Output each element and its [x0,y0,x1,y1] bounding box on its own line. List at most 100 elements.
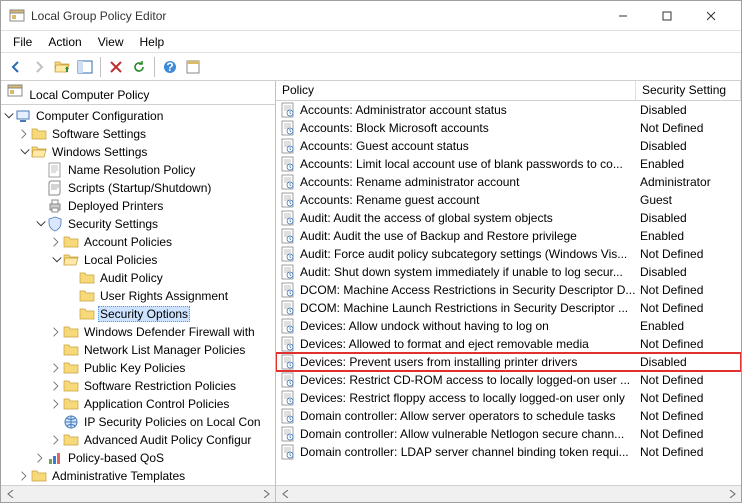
expander-icon[interactable] [35,450,47,466]
properties-button[interactable] [182,56,204,78]
up-button[interactable] [51,56,73,78]
node-windows-settings[interactable]: Windows Settings [3,143,275,161]
expander-icon[interactable] [19,144,31,160]
menu-view[interactable]: View [90,33,132,51]
policy-doc-icon [280,156,296,172]
refresh-button[interactable] [128,56,150,78]
policy-row[interactable]: Audit: Audit the access of global system… [276,209,741,227]
node-label: Audit Policy [98,270,165,286]
tree-body[interactable]: Computer Configuration Software Settings… [1,105,275,485]
policy-name: Accounts: Rename guest account [300,193,636,207]
expander-icon[interactable] [51,432,63,448]
node-label: Scripts (Startup/Shutdown) [66,180,213,196]
show-hide-tree-button[interactable] [74,56,96,78]
folder-icon [79,306,95,322]
policy-doc-icon [280,264,296,280]
scroll-right-icon[interactable] [258,487,273,502]
node-local-policies[interactable]: Local Policies [3,251,275,269]
policy-row[interactable]: Domain controller: LDAP server channel b… [276,443,741,461]
app-icon [9,8,25,24]
list-body[interactable]: Accounts: Administrator account statusDi… [276,101,741,485]
menu-action[interactable]: Action [40,33,89,51]
expander-icon[interactable] [35,216,47,232]
node-qos[interactable]: Policy-based QoS [3,449,275,467]
policy-row[interactable]: Devices: Restrict CD-ROM access to local… [276,371,741,389]
expander-icon[interactable] [19,126,31,142]
policy-row[interactable]: Audit: Shut down system immediately if u… [276,263,741,281]
policy-doc-icon [280,246,296,262]
policy-row[interactable]: DCOM: Machine Access Restrictions in Sec… [276,281,741,299]
node-netlist[interactable]: Network List Manager Policies [3,341,275,359]
node-name-resolution-policy[interactable]: Name Resolution Policy [3,161,275,179]
expander-icon[interactable] [51,234,63,250]
node-account-policies[interactable]: Account Policies [3,233,275,251]
col-policy[interactable]: Policy [276,81,636,100]
back-button[interactable] [5,56,27,78]
folder-icon [63,324,79,340]
policy-row[interactable]: Audit: Audit the use of Backup and Resto… [276,227,741,245]
expander-icon[interactable] [51,396,63,412]
expander-icon[interactable] [51,378,63,394]
policy-row[interactable]: Accounts: Guest account statusDisabled [276,137,741,155]
node-label: Policy-based QoS [66,450,166,466]
tree-hscroll[interactable] [1,485,275,502]
node-advanced-audit[interactable]: Advanced Audit Policy Configur [3,431,275,449]
scroll-right-icon[interactable] [724,487,739,502]
minimize-button[interactable] [601,2,645,30]
node-security-settings[interactable]: Security Settings [3,215,275,233]
policy-row[interactable]: Accounts: Limit local account use of bla… [276,155,741,173]
policy-row[interactable]: Accounts: Rename administrator accountAd… [276,173,741,191]
node-scripts[interactable]: Scripts (Startup/Shutdown) [3,179,275,197]
menu-file[interactable]: File [5,33,40,51]
node-label: Computer Configuration [34,108,165,124]
expander-icon[interactable] [51,360,63,376]
policy-name: DCOM: Machine Launch Restrictions in Sec… [300,301,636,315]
window-title: Local Group Policy Editor [31,9,601,23]
policy-row[interactable]: DCOM: Machine Launch Restrictions in Sec… [276,299,741,317]
expander-icon[interactable] [51,252,63,268]
policy-row[interactable]: Accounts: Rename guest accountGuest [276,191,741,209]
policy-row[interactable]: Devices: Prevent users from installing p… [276,353,741,371]
policy-doc-icon [280,192,296,208]
node-application-control[interactable]: Application Control Policies [3,395,275,413]
maximize-button[interactable] [645,2,689,30]
policy-row[interactable]: Accounts: Administrator account statusDi… [276,101,741,119]
delete-button[interactable] [105,56,127,78]
node-security-options[interactable]: Security Options [3,305,275,323]
tree-heading[interactable]: Local Computer Policy [1,81,275,105]
node-admin-templates[interactable]: Administrative Templates [3,467,275,485]
node-public-key-policies[interactable]: Public Key Policies [3,359,275,377]
scroll-left-icon[interactable] [278,487,293,502]
close-button[interactable] [689,2,733,30]
policy-row[interactable]: Devices: Allow undock without having to … [276,317,741,335]
printer-icon [47,198,63,214]
expander-icon[interactable] [19,468,31,484]
node-firewall[interactable]: Windows Defender Firewall with [3,323,275,341]
col-setting[interactable]: Security Setting [636,81,741,100]
policy-row[interactable]: Devices: Restrict floppy access to local… [276,389,741,407]
policy-row[interactable]: Domain controller: Allow vulnerable Netl… [276,425,741,443]
policy-row[interactable]: Audit: Force audit policy subcategory se… [276,245,741,263]
node-ipsec[interactable]: IP Security Policies on Local Con [3,413,275,431]
policy-row[interactable]: Devices: Allowed to format and eject rem… [276,335,741,353]
list-hscroll[interactable] [276,485,741,502]
node-deployed-printers[interactable]: Deployed Printers [3,197,275,215]
policy-setting: Disabled [636,139,737,153]
tree-heading-label: Local Computer Policy [29,88,149,102]
expander-icon[interactable] [3,108,15,124]
node-software-settings[interactable]: Software Settings [3,125,275,143]
node-audit-policy[interactable]: Audit Policy [3,269,275,287]
node-user-rights[interactable]: User Rights Assignment [3,287,275,305]
scroll-left-icon[interactable] [3,487,18,502]
policy-row[interactable]: Domain controller: Allow server operator… [276,407,741,425]
node-computer-configuration[interactable]: Computer Configuration [3,107,275,125]
policy-setting: Guest [636,193,737,207]
menu-help[interactable]: Help [132,33,173,51]
policy-setting: Not Defined [636,283,737,297]
policy-doc-icon [280,336,296,352]
help-button[interactable]: ? [159,56,181,78]
expander-icon[interactable] [51,324,63,340]
policy-setting: Disabled [636,265,737,279]
policy-row[interactable]: Accounts: Block Microsoft accountsNot De… [276,119,741,137]
node-software-restriction[interactable]: Software Restriction Policies [3,377,275,395]
